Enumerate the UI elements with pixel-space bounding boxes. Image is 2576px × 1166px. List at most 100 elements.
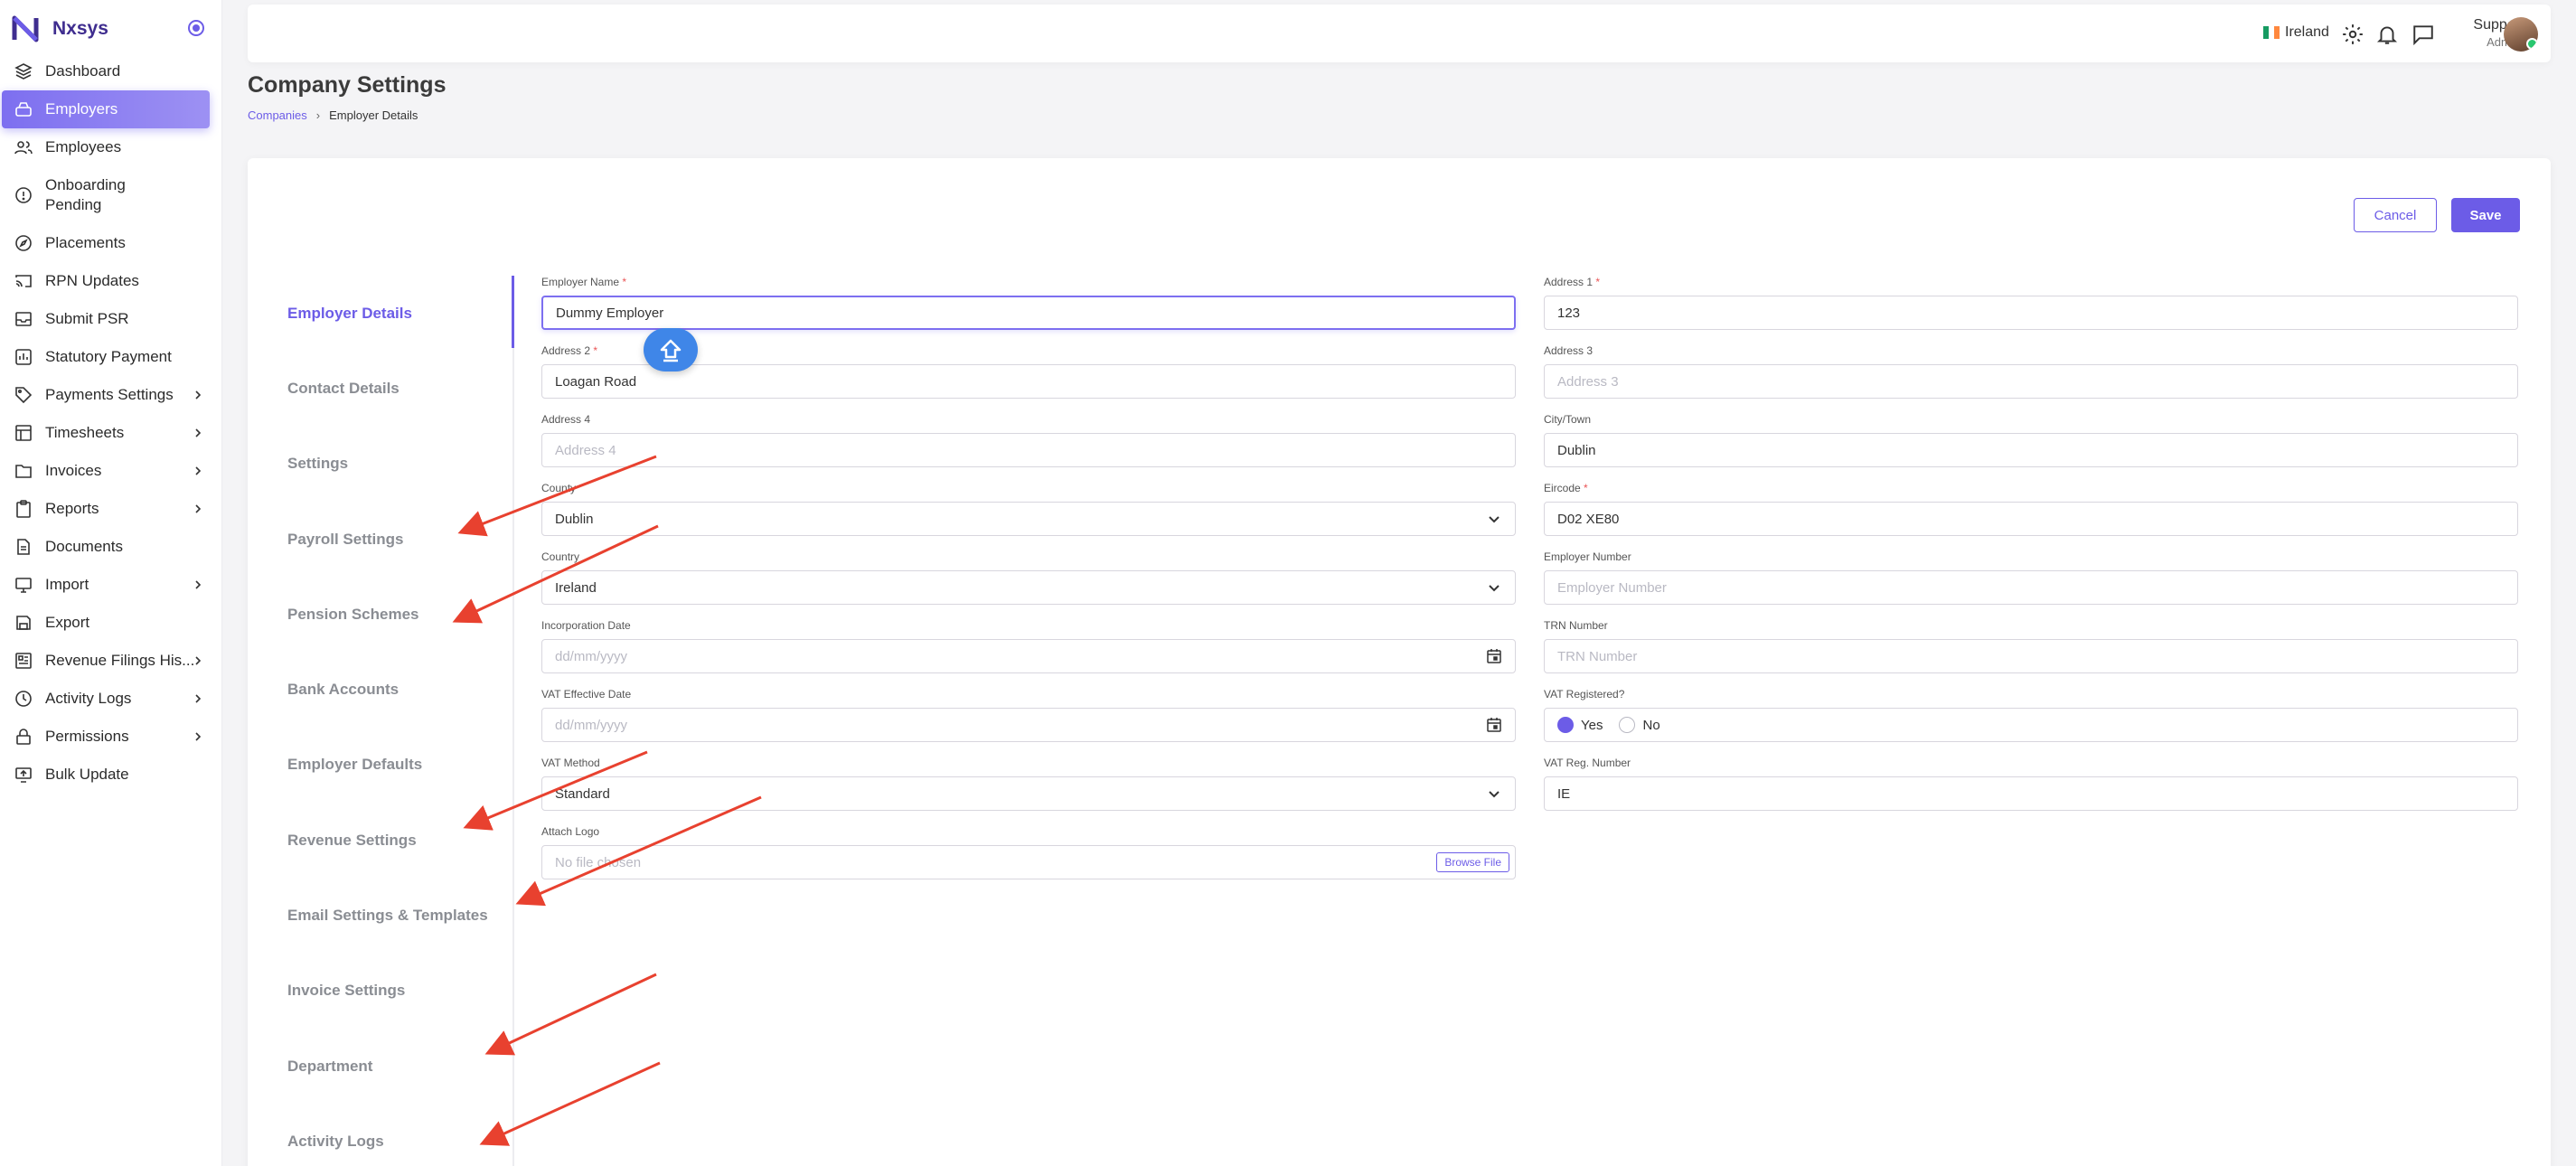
chevron-right-icon: › xyxy=(315,108,321,122)
sidebar-item-label: Dashboard xyxy=(45,62,121,80)
tab-bank-accounts[interactable]: Bank Accounts xyxy=(287,652,522,727)
address3-field: Address 3 Address 3 xyxy=(1544,344,2518,399)
top-bar: Ireland Supper Admin xyxy=(248,5,2551,62)
sidebar-item-rpn-updates[interactable]: RPN Updates xyxy=(0,262,222,300)
page-title: Company Settings xyxy=(248,72,447,98)
bell-icon[interactable] xyxy=(2375,23,2399,46)
chevron-down-icon xyxy=(1489,791,1500,798)
layers-icon xyxy=(14,63,33,80)
address3-input[interactable]: Address 3 xyxy=(1544,364,2518,399)
sidebar-item-dashboard[interactable]: Dashboard xyxy=(0,52,222,90)
vat-registered-field: VAT Registered? Yes No xyxy=(1544,688,2518,742)
sidebar-nav: Dashboard Employers Employees Onboarding… xyxy=(0,52,222,794)
brand-name: Nxsys xyxy=(52,18,108,39)
sidebar-item-activity-logs[interactable]: Activity Logs xyxy=(0,680,222,718)
eircode-field: Eircode * D02 XE80 xyxy=(1544,482,2518,536)
grid-icon xyxy=(15,425,32,441)
breadcrumb: Companies › Employer Details xyxy=(248,108,418,122)
vat-method-label: VAT Method xyxy=(541,757,600,769)
upload-house-icon xyxy=(660,339,682,362)
vat-reg-number-label: VAT Reg. Number xyxy=(1544,757,1631,769)
sidebar-item-employers[interactable]: Employers xyxy=(2,90,210,128)
sidebar-item-import[interactable]: Import xyxy=(0,566,222,604)
tab-payroll-settings[interactable]: Payroll Settings xyxy=(287,502,522,577)
sidebar-item-documents[interactable]: Documents xyxy=(0,528,222,566)
tab-settings[interactable]: Settings xyxy=(287,427,522,502)
file-icon xyxy=(17,539,30,555)
sidebar-item-invoices[interactable]: Invoices xyxy=(0,452,222,490)
sidebar-item-bulk-update[interactable]: Bulk Update xyxy=(0,756,222,794)
floating-action-button[interactable] xyxy=(644,328,698,371)
users-icon xyxy=(14,141,33,155)
eircode-input[interactable]: D02 XE80 xyxy=(1544,502,2518,536)
trn-number-input[interactable]: TRN Number xyxy=(1544,639,2518,673)
sidebar-item-label: Placements xyxy=(45,234,126,251)
employer-number-input[interactable]: Employer Number xyxy=(1544,570,2518,605)
tab-activity-logs[interactable]: Activity Logs xyxy=(287,1104,522,1166)
tab-department[interactable]: Department xyxy=(287,1029,522,1104)
tabs-divider xyxy=(512,276,514,1166)
gear-icon[interactable] xyxy=(2341,23,2364,46)
sidebar-item-placements[interactable]: Placements xyxy=(0,224,222,262)
country-selector[interactable]: Ireland xyxy=(2263,24,2329,41)
chevron-right-icon xyxy=(195,694,202,703)
breadcrumb-link-companies[interactable]: Companies xyxy=(248,108,307,122)
sidebar-item-permissions[interactable]: Permissions xyxy=(0,718,222,756)
vat-registered-yes-radio[interactable] xyxy=(1557,717,1574,733)
sidebar-item-submit-psr[interactable]: Submit PSR xyxy=(0,300,222,338)
compass-icon xyxy=(15,235,32,251)
tab-pension-schemes[interactable]: Pension Schemes xyxy=(287,577,522,652)
sidebar-item-revenue-filings[interactable]: Revenue Filings His... xyxy=(0,642,222,680)
tab-contact-details[interactable]: Contact Details xyxy=(287,351,522,426)
sidebar-toggle-icon[interactable] xyxy=(188,20,204,36)
tab-employer-details[interactable]: Employer Details xyxy=(287,276,522,351)
incorporation-date-input[interactable]: dd/mm/yyyy xyxy=(541,639,1516,673)
sidebar-item-label: Bulk Update xyxy=(45,766,129,783)
vat-effective-date-input[interactable]: dd/mm/yyyy xyxy=(541,708,1516,742)
calendar-icon[interactable] xyxy=(1486,648,1502,664)
address3-label: Address 3 xyxy=(1544,344,1594,357)
avatar[interactable] xyxy=(2504,17,2538,52)
calendar-icon[interactable] xyxy=(1486,717,1502,733)
employer-name-input[interactable]: Dummy Employer xyxy=(541,296,1516,330)
tab-revenue-settings[interactable]: Revenue Settings xyxy=(287,803,522,878)
sidebar-item-reports[interactable]: Reports xyxy=(0,490,222,528)
tab-invoice-settings[interactable]: Invoice Settings xyxy=(287,954,522,1029)
vat-method-select[interactable]: Standard xyxy=(541,776,1516,811)
tab-employer-defaults[interactable]: Employer Defaults xyxy=(287,728,522,803)
city-input[interactable]: Dublin xyxy=(1544,433,2518,467)
statutory-icon xyxy=(15,349,32,365)
vat-effective-date-label: VAT Effective Date xyxy=(541,688,632,701)
attach-logo-field: Attach Logo No file chosen Browse File xyxy=(541,825,1516,879)
lock-icon xyxy=(16,729,31,745)
county-select[interactable]: Dublin xyxy=(541,502,1516,536)
cast-icon xyxy=(15,275,32,287)
sidebar-item-employees[interactable]: Employees xyxy=(0,128,222,166)
save-icon xyxy=(16,616,31,630)
brand[interactable]: Nxsys xyxy=(9,11,213,47)
vat-reg-number-input[interactable]: IE xyxy=(1544,776,2518,811)
chat-icon[interactable] xyxy=(2411,23,2435,46)
sidebar-item-onboarding-pending[interactable]: Onboarding Pending xyxy=(0,166,222,224)
address1-input[interactable]: 123 xyxy=(1544,296,2518,330)
browse-file-button[interactable]: Browse File xyxy=(1436,852,1509,872)
clipboard-icon xyxy=(16,500,31,518)
save-button[interactable]: Save xyxy=(2451,198,2520,232)
sidebar-item-export[interactable]: Export xyxy=(0,604,222,642)
trn-number-field: TRN Number TRN Number xyxy=(1544,619,2518,673)
vat-method-field: VAT Method Standard xyxy=(541,757,1516,811)
vat-registered-no-radio[interactable] xyxy=(1619,717,1636,733)
address4-input[interactable]: Address 4 xyxy=(541,433,1516,467)
incorporation-date-field: Incorporation Date dd/mm/yyyy xyxy=(541,619,1516,673)
employer-number-label: Employer Number xyxy=(1544,550,1631,563)
tab-email-settings[interactable]: Email Settings & Templates xyxy=(287,878,522,953)
chevron-right-icon xyxy=(195,428,202,437)
sidebar-item-payments-settings[interactable]: Payments Settings xyxy=(0,376,222,414)
sidebar-item-timesheets[interactable]: Timesheets xyxy=(0,414,222,452)
attach-logo-input[interactable]: No file chosen Browse File xyxy=(541,845,1516,879)
cancel-button[interactable]: Cancel xyxy=(2354,198,2437,232)
country-select[interactable]: Ireland xyxy=(541,570,1516,605)
chevron-right-icon xyxy=(195,580,202,589)
sidebar-item-label: RPN Updates xyxy=(45,272,139,289)
sidebar-item-statutory-payment[interactable]: Statutory Payment xyxy=(0,338,222,376)
